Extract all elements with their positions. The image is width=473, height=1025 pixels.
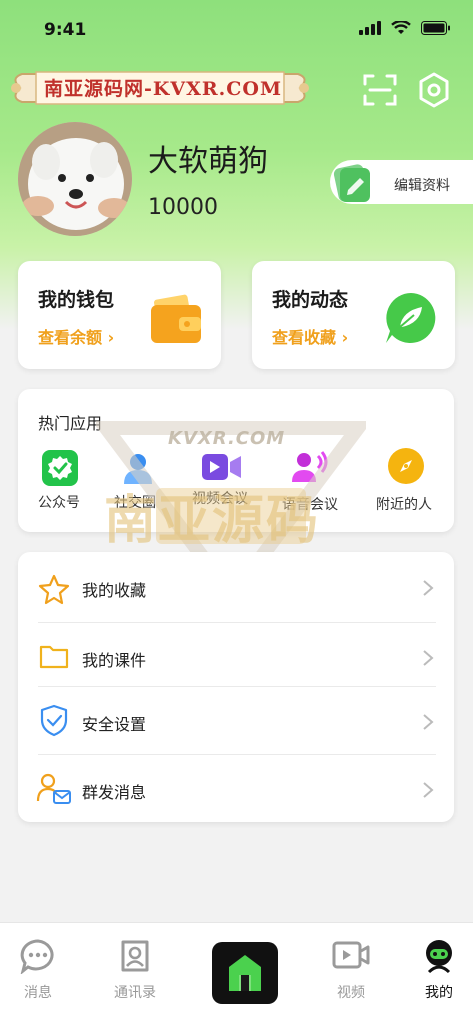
watermark-overlay-big: 南亚源码 (104, 491, 321, 551)
me-profile-icon (426, 940, 452, 974)
edit-profile-label[interactable]: 编辑资料 (394, 175, 450, 195)
menu-item-courseware[interactable]: 我的课件 (18, 623, 454, 691)
menu-item-label: 我的收藏 (82, 581, 147, 600)
hot-apps-title: 热门应用 (38, 414, 103, 433)
chat-bubble-icon (20, 939, 54, 974)
wallet-link[interactable]: 查看余额 › (38, 324, 114, 348)
app-label: 附近的人 (376, 497, 432, 513)
moments-icon (386, 293, 436, 343)
battery-icon (421, 21, 450, 35)
nav-label: 视频 (337, 985, 365, 1001)
contacts-icon (121, 940, 149, 972)
avatar[interactable] (18, 122, 132, 236)
wallet-icon (151, 294, 201, 343)
star-icon (38, 574, 70, 605)
moments-link[interactable]: 查看收藏 › (272, 324, 348, 348)
chevron-right-icon (423, 714, 434, 730)
menu-item-label: 群发消息 (82, 783, 147, 802)
app-official-account[interactable]: 公众号 (36, 448, 84, 511)
settings-icon[interactable] (416, 72, 452, 108)
watermark-banner: 南亚源码网-KVXR.COM (6, 68, 314, 108)
status-icons (359, 21, 451, 35)
menu-item-label: 我的课件 (82, 651, 147, 670)
nav-home-button[interactable] (212, 942, 278, 1004)
status-bar: 9:41 (0, 0, 473, 56)
app-label: 公众号 (38, 495, 80, 511)
chevron-right-icon (423, 580, 434, 596)
menu-item-label: 安全设置 (82, 715, 147, 734)
folder-icon (39, 645, 69, 669)
menu-item-broadcast[interactable]: 群发消息 (18, 755, 454, 823)
nav-contacts[interactable]: 通讯录 (100, 938, 170, 1008)
shield-icon (40, 704, 68, 737)
nav-messages[interactable]: 消息 (3, 938, 73, 1008)
username: 大软萌狗 (148, 144, 268, 179)
menu-item-favorites[interactable]: 我的收藏 (18, 553, 454, 621)
official-account-icon (42, 450, 78, 486)
chevron-right-icon (423, 650, 434, 666)
nav-label: 我的 (425, 985, 453, 1001)
dog-avatar-image (18, 122, 132, 236)
nearby-icon (388, 448, 424, 484)
wallet-card[interactable]: 我的钱包 查看余额 › (18, 261, 221, 369)
app-nearby[interactable]: 附近的人 (374, 448, 438, 513)
user-id: 10000 (148, 195, 218, 220)
nav-me[interactable]: 我的 (404, 938, 473, 1008)
signal-icon (359, 21, 381, 35)
nav-video[interactable]: 视频 (316, 938, 386, 1008)
home-icon (229, 955, 261, 991)
wifi-icon (391, 21, 411, 34)
watermark-text: 南亚源码网-KVXR.COM (44, 78, 282, 100)
moments-title: 我的动态 (272, 289, 349, 311)
menu-item-security[interactable]: 安全设置 (18, 687, 454, 755)
video-icon (332, 941, 370, 969)
scan-icon[interactable] (362, 72, 398, 108)
watermark-overlay-text: KVXR.COM (168, 428, 286, 449)
status-time: 9:41 (44, 20, 87, 40)
chevron-right-icon (423, 782, 434, 798)
nav-label: 通讯录 (114, 985, 156, 1001)
wallet-title: 我的钱包 (38, 289, 115, 311)
edit-profile-icon (333, 164, 370, 202)
broadcast-message-icon (36, 773, 71, 804)
moments-card[interactable]: 我的动态 查看收藏 › (252, 261, 455, 369)
nav-label: 消息 (24, 985, 52, 1001)
